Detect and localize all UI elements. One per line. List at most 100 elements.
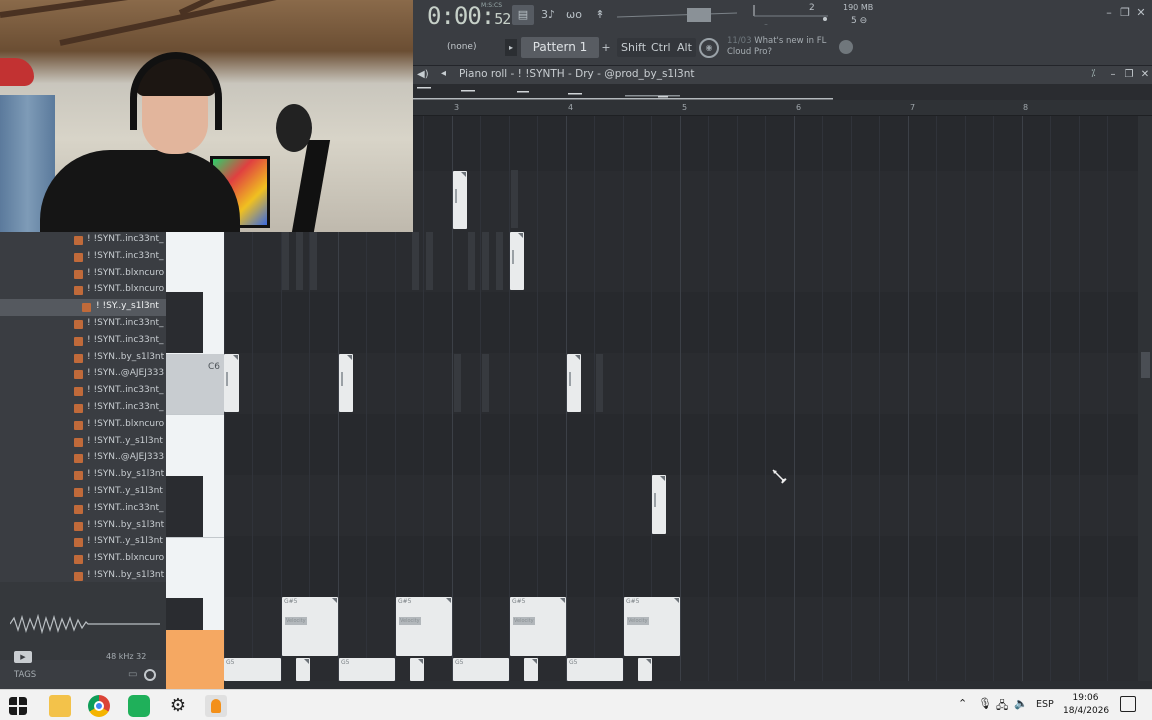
add-pattern-button[interactable]: + bbox=[600, 39, 612, 56]
note-g5[interactable] bbox=[410, 658, 424, 681]
note[interactable] bbox=[224, 354, 239, 412]
tray-chevron-up-icon[interactable]: ⌃ bbox=[958, 697, 967, 710]
chrome-icon[interactable] bbox=[88, 695, 110, 717]
note-g5[interactable]: G5 bbox=[453, 658, 509, 681]
network-icon[interactable]: 🖧 bbox=[996, 697, 1008, 716]
browser-item-label: ! !SYNT..y_s1l3nt bbox=[87, 435, 163, 446]
search-icon[interactable] bbox=[144, 669, 156, 681]
master-waveform bbox=[617, 8, 737, 22]
browser-item[interactable]: ! !SYNT..inc33nt_ bbox=[0, 501, 166, 518]
volume-icon[interactable]: 🔈 bbox=[1014, 697, 1028, 710]
step-edit-icon[interactable]: 3♪ bbox=[537, 5, 559, 25]
person-shirt bbox=[40, 150, 240, 232]
note-g5[interactable] bbox=[296, 658, 310, 681]
pattern-selector[interactable]: Pattern 1 bbox=[521, 37, 599, 58]
news-icon[interactable]: ◉ bbox=[699, 38, 719, 58]
notification-icon[interactable] bbox=[1120, 696, 1136, 712]
pattern-arrow-icon[interactable]: ▸ bbox=[505, 39, 517, 56]
browser-item[interactable]: ! !SYNT..blxncuro bbox=[0, 282, 166, 299]
alt-key-button[interactable]: Alt bbox=[673, 38, 696, 57]
taskbar-clock[interactable]: 19:06 18/4/2026 bbox=[1063, 692, 1109, 718]
note-g5[interactable]: G5 bbox=[339, 658, 395, 681]
note[interactable] bbox=[510, 232, 524, 290]
vertical-scrollbar[interactable] bbox=[1138, 116, 1152, 681]
browser-item[interactable]: ! !SYN..by_s1l3nt bbox=[0, 467, 166, 484]
note-gs5[interactable]: G#5 Velocity bbox=[282, 597, 338, 656]
menu-arrow-icon[interactable]: ◂ bbox=[441, 68, 446, 79]
key-pressed[interactable] bbox=[166, 630, 224, 689]
whatsapp-icon[interactable] bbox=[128, 695, 150, 717]
browser-item[interactable]: ! !SYNT..inc33nt_ bbox=[0, 249, 166, 266]
browser-item-label: ! !SYNT..inc33nt_ bbox=[87, 250, 164, 261]
ghost-note bbox=[310, 232, 317, 290]
pattern-overview[interactable] bbox=[413, 84, 1152, 100]
fl-cloud-icon[interactable] bbox=[839, 40, 853, 54]
minimize-button[interactable]: – bbox=[1102, 6, 1116, 20]
black-key[interactable] bbox=[166, 292, 203, 353]
browser-item[interactable]: ! !SYNT..y_s1l3nt bbox=[0, 484, 166, 501]
typing-keyboard-icon[interactable]: ▤ bbox=[512, 5, 534, 25]
language-indicator[interactable]: ESP bbox=[1036, 699, 1054, 710]
note-g5[interactable] bbox=[524, 658, 538, 681]
browser-item[interactable]: ! !SYNT..y_s1l3nt bbox=[0, 434, 166, 451]
browser-item-label: ! !SYN..by_s1l3nt bbox=[87, 570, 165, 580]
grid-line bbox=[851, 116, 852, 681]
piano-keyboard[interactable] bbox=[166, 232, 224, 689]
file-explorer-icon[interactable] bbox=[49, 695, 71, 717]
note-gs5[interactable]: G#5 Velocity bbox=[624, 597, 680, 656]
tags-label[interactable]: TAGS bbox=[14, 670, 36, 680]
note-g5[interactable]: G5 bbox=[224, 658, 281, 681]
browser-item[interactable]: ! !SYN..@AJEJ333 bbox=[0, 366, 166, 383]
note-gs5[interactable]: G#5 Velocity bbox=[396, 597, 452, 656]
note[interactable] bbox=[339, 354, 353, 412]
preview-play-icon[interactable]: ▶ bbox=[14, 651, 32, 663]
time-format-label: M:S:CS bbox=[481, 2, 503, 9]
overdub-icon[interactable]: ωo bbox=[563, 5, 585, 25]
piano-roll-minimize-button[interactable]: – bbox=[1107, 68, 1119, 82]
piano-roll-maximize-button[interactable]: ❐ bbox=[1123, 68, 1135, 82]
ghost-note bbox=[412, 232, 419, 290]
microphone-icon[interactable]: 🎙 bbox=[978, 697, 992, 710]
browser-item[interactable]: ! !SYNT..inc33nt_ bbox=[0, 333, 166, 350]
note-g5[interactable]: G5 bbox=[567, 658, 623, 681]
close-button[interactable]: ✕ bbox=[1134, 6, 1148, 20]
snap-selector[interactable]: (none) bbox=[433, 39, 498, 56]
settings-gear-icon[interactable]: ⚙ bbox=[167, 695, 189, 717]
browser-item[interactable]: ! !SYNT..y_s1l3nt bbox=[0, 534, 166, 551]
folder-icon[interactable]: ▭ bbox=[128, 669, 137, 680]
browser-item[interactable]: ! !SYNT..inc33nt_ bbox=[0, 383, 166, 400]
note-gs5[interactable]: G#5 Velocity bbox=[510, 597, 566, 656]
maximize-button[interactable]: ❐ bbox=[1118, 6, 1132, 20]
vertical-scroll-thumb[interactable] bbox=[1141, 352, 1150, 378]
browser-item[interactable]: ! !SYNT..inc33nt_ bbox=[0, 400, 166, 417]
piano-roll-titlebar: ◀) ◂ Piano roll - ! !SYNTH - Dry - @prod… bbox=[413, 66, 1152, 84]
browser-item[interactable]: ! !SYNT..inc33nt_ bbox=[0, 316, 166, 333]
note[interactable] bbox=[567, 354, 581, 412]
browser-item[interactable]: ! !SYN..by_s1l3nt bbox=[0, 350, 166, 367]
piano-roll-close-button[interactable]: ✕ bbox=[1139, 68, 1151, 82]
browser-item[interactable]: ! !SYNT..inc33nt_ bbox=[0, 232, 166, 249]
browser-item[interactable]: ! !SYNT..blxncuro bbox=[0, 417, 166, 434]
note-g5[interactable] bbox=[638, 658, 652, 681]
horizontal-scrollbar[interactable] bbox=[224, 681, 1152, 689]
browser-item[interactable]: ! !SY..y_s1l3nt bbox=[0, 299, 166, 316]
windows-start-icon[interactable] bbox=[9, 697, 27, 715]
shift-key-button[interactable]: Shift bbox=[617, 38, 651, 57]
browser-item[interactable]: ! !SYN..@AJEJ333 bbox=[0, 450, 166, 467]
note[interactable] bbox=[453, 171, 467, 229]
news-panel[interactable]: 11/03 What's new in FL Cloud Pro? bbox=[727, 36, 837, 58]
browser-item[interactable]: ! !SYN..by_s1l3nt bbox=[0, 518, 166, 535]
loop-record-icon[interactable]: ↟ bbox=[589, 5, 611, 25]
note[interactable] bbox=[652, 475, 666, 534]
black-key[interactable] bbox=[166, 476, 203, 537]
key-divider bbox=[166, 537, 224, 538]
browser-item[interactable]: ! !SYNT..blxncuro bbox=[0, 551, 166, 568]
speaker-icon[interactable]: ◀) bbox=[417, 68, 431, 82]
grid-line bbox=[737, 116, 738, 681]
detach-icon[interactable]: ⁒ bbox=[1091, 68, 1096, 79]
fl-studio-icon[interactable] bbox=[205, 695, 227, 717]
ctrl-key-button[interactable]: Ctrl bbox=[647, 38, 675, 57]
timeline-ruler[interactable]: 3 4 5 6 7 8 bbox=[413, 100, 1152, 116]
browser-item-label: ! !SYNT..blxncuro bbox=[87, 284, 165, 295]
browser-item[interactable]: ! !SYNT..blxncuro bbox=[0, 266, 166, 283]
